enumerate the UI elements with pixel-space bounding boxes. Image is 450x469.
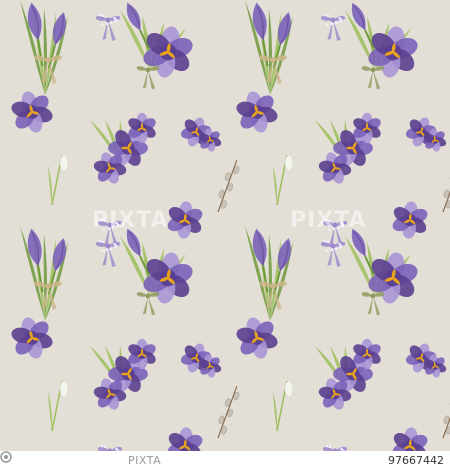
footer-bar: PIXTA 97667442 xyxy=(0,451,450,469)
watermark-right: PIXTA xyxy=(290,208,367,233)
pixta-logo: PIXTA xyxy=(0,451,162,467)
watermark-left: PIXTA xyxy=(92,208,169,233)
floral-pattern-artwork xyxy=(11,0,450,451)
pixta-logo-icon xyxy=(0,451,12,463)
pattern-canvas: PIXTA PIXTA PIXTA 97667442 xyxy=(0,0,450,469)
pixta-logo-text: PIXTA xyxy=(128,453,162,467)
image-id: 97667442 xyxy=(388,453,444,467)
